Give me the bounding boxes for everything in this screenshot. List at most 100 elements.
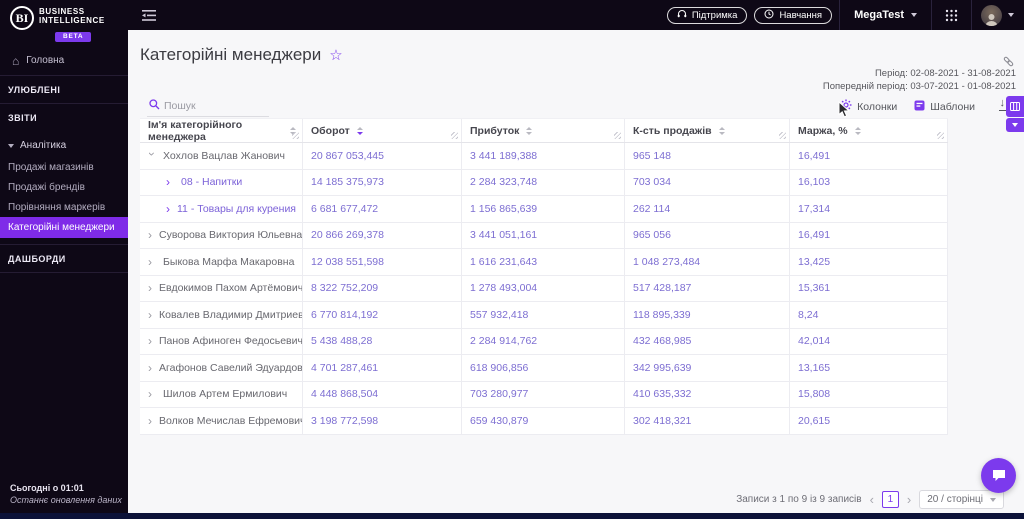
columns-button[interactable]: Колонки	[840, 99, 897, 114]
column-header-turnover[interactable]: Оборот	[303, 119, 462, 142]
current-page[interactable]: 1	[881, 491, 899, 508]
sort-icon[interactable]	[718, 126, 725, 135]
column-resize-handle[interactable]	[451, 132, 458, 139]
headset-icon	[677, 9, 687, 22]
search-input[interactable]	[147, 98, 269, 117]
user-menu[interactable]	[972, 4, 1024, 26]
table-columns-icon	[1010, 102, 1020, 111]
prev-page-icon[interactable]: ‹	[870, 493, 874, 506]
cell-turnover: 6 770 814,192	[303, 302, 462, 328]
table-row[interactable]: › Шилов Артем Ермилович 4 448 868,504 70…	[140, 381, 948, 408]
row-expand-icon[interactable]: ›	[148, 229, 152, 241]
table-row[interactable]: › Панов Афиноген Федосьевич 5 438 488,28…	[140, 328, 948, 355]
chat-button[interactable]	[981, 458, 1016, 493]
cell-profit: 3 441 189,388	[462, 143, 625, 169]
cell-sales-count: 302 418,321	[625, 408, 790, 434]
training-button[interactable]: Навчання	[754, 6, 833, 24]
cell-turnover: 8 322 752,209	[303, 275, 462, 301]
table-view-button[interactable]	[1006, 96, 1024, 117]
table-row[interactable]: › Быкова Марфа Макаровна 12 038 551,598 …	[140, 249, 948, 276]
cell-turnover: 5 438 488,28	[303, 328, 462, 354]
training-label: Навчання	[779, 9, 823, 21]
table-row[interactable]: › Суворова Виктория Юльевна 20 866 269,3…	[140, 222, 948, 249]
cell-sales-count: 410 635,332	[625, 381, 790, 407]
row-expand-icon[interactable]: ›	[148, 335, 152, 347]
chevron-down-icon	[1012, 123, 1018, 127]
cell-margin: 8,24	[790, 302, 948, 328]
column-header-sales-count[interactable]: К-сть продажів	[625, 119, 790, 142]
apps-grid-icon[interactable]	[932, 9, 971, 22]
pagination: Записи з 1 по 9 із 9 записів ‹ 1 › 20 / …	[736, 490, 1004, 509]
sort-icon[interactable]	[854, 126, 861, 135]
support-button[interactable]: Підтримка	[666, 6, 748, 24]
gear-icon	[840, 99, 852, 114]
page-size-select[interactable]: 20 / сторінці	[919, 490, 1004, 509]
row-expand-icon[interactable]: ›	[148, 415, 152, 427]
row-expand-icon[interactable]: ›	[166, 203, 170, 215]
table-row[interactable]: › Ковалев Владимир Дмитриевич 6 770 814,…	[140, 302, 948, 329]
cell-name: › 11 - Товары для курения	[140, 196, 303, 222]
row-expand-icon[interactable]: ›	[148, 282, 152, 294]
column-resize-handle[interactable]	[292, 132, 299, 139]
chat-bubble-icon	[992, 470, 1005, 481]
workspace-selector[interactable]: MegaTest	[840, 9, 931, 21]
row-expand-icon[interactable]: ›	[148, 362, 152, 374]
cell-sales-count: 342 995,639	[625, 355, 790, 381]
table-row[interactable]: › Агафонов Савелий Эдуардович 4 701 287,…	[140, 355, 948, 382]
avatar	[981, 4, 1002, 26]
sidebar-item-home[interactable]: ⌂ Головна	[0, 43, 128, 75]
column-resize-handle[interactable]	[937, 132, 944, 139]
row-expand-icon[interactable]: ›	[148, 388, 156, 400]
sidebar-item-brand-sales[interactable]: Продажі брендів	[0, 177, 128, 197]
cell-sales-count: 432 468,985	[625, 328, 790, 354]
support-label: Підтримка	[691, 9, 738, 21]
cell-profit: 1 616 231,643	[462, 249, 625, 275]
cell-turnover: 3 198 772,598	[303, 408, 462, 434]
sort-icon[interactable]	[526, 126, 533, 135]
table-header: Ім'я категорійного менеджера Оборот Приб…	[140, 118, 948, 143]
table-row[interactable]: › 11 - Товары для курения 6 681 677,472 …	[140, 196, 948, 223]
last-update-label: Останнє оновлення даних	[10, 495, 122, 505]
cell-margin: 15,361	[790, 275, 948, 301]
chevron-down-icon	[911, 13, 917, 17]
templates-button[interactable]: Шаблони	[914, 100, 975, 114]
column-resize-handle[interactable]	[614, 132, 621, 139]
sidebar-item-store-sales[interactable]: Продажі магазинів	[0, 157, 128, 177]
column-resize-handle[interactable]	[779, 132, 786, 139]
next-page-icon[interactable]: ›	[907, 493, 911, 506]
sort-icon[interactable]	[356, 126, 363, 135]
cell-name: › Волков Мечислав Ефремович	[140, 408, 303, 434]
sidebar-group-analytics[interactable]: Аналітика	[0, 131, 128, 157]
cell-turnover: 20 867 053,445	[303, 143, 462, 169]
favorite-star-icon[interactable]: ☆	[329, 46, 342, 64]
panel-collapse-button[interactable]	[1006, 118, 1024, 132]
cell-turnover: 14 185 375,973	[303, 169, 462, 195]
table-row[interactable]: › Хохлов Вацлав Жанович 20 867 053,445 3…	[140, 143, 948, 170]
collapse-menu-icon[interactable]	[142, 9, 158, 22]
cell-name: › Шилов Артем Ермилович	[140, 381, 303, 407]
period-current: Період: 02-08-2021 - 31-08-2021	[874, 68, 1016, 79]
cell-margin: 13,165	[790, 355, 948, 381]
row-expand-icon[interactable]: ›	[145, 152, 159, 160]
row-expand-icon[interactable]: ›	[166, 176, 174, 188]
row-expand-icon[interactable]: ›	[148, 309, 152, 321]
table-row[interactable]: › Волков Мечислав Ефремович 3 198 772,59…	[140, 408, 948, 435]
column-header-profit[interactable]: Прибуток	[462, 119, 625, 142]
table-row[interactable]: › 08 - Напитки 14 185 375,973 2 284 323,…	[140, 169, 948, 196]
sidebar-home-label: Головна	[26, 55, 65, 66]
row-expand-icon[interactable]: ›	[148, 256, 156, 268]
sidebar-item-marker-comparison[interactable]: Порівняння маркерів	[0, 197, 128, 217]
app-logo[interactable]: BI BUSINESS INTELLIGENCE BETA	[0, 0, 128, 43]
cell-profit: 703 280,977	[462, 381, 625, 407]
sidebar-item-category-managers[interactable]: Категорійні менеджери	[0, 217, 128, 238]
table-row[interactable]: › Евдокимов Пахом Артёмович 8 322 752,20…	[140, 275, 948, 302]
column-header-margin[interactable]: Маржа, %	[790, 119, 948, 142]
cell-margin: 16,491	[790, 143, 948, 169]
sidebar-section-dashboards[interactable]: ДАШБОРДИ	[0, 245, 128, 272]
column-header-name[interactable]: Ім'я категорійного менеджера	[140, 119, 303, 143]
download-icon[interactable]: ↓	[998, 98, 1006, 111]
period-info: Період: 02-08-2021 - 31-08-2021 Попередн…	[823, 68, 1016, 93]
sidebar-section-reports[interactable]: ЗВІТИ	[0, 104, 128, 131]
period-previous: Попередній період: 03-07-2021 - 01-08-20…	[822, 80, 1016, 92]
sidebar-section-favorites[interactable]: УЛЮБЛЕНІ	[0, 76, 128, 103]
